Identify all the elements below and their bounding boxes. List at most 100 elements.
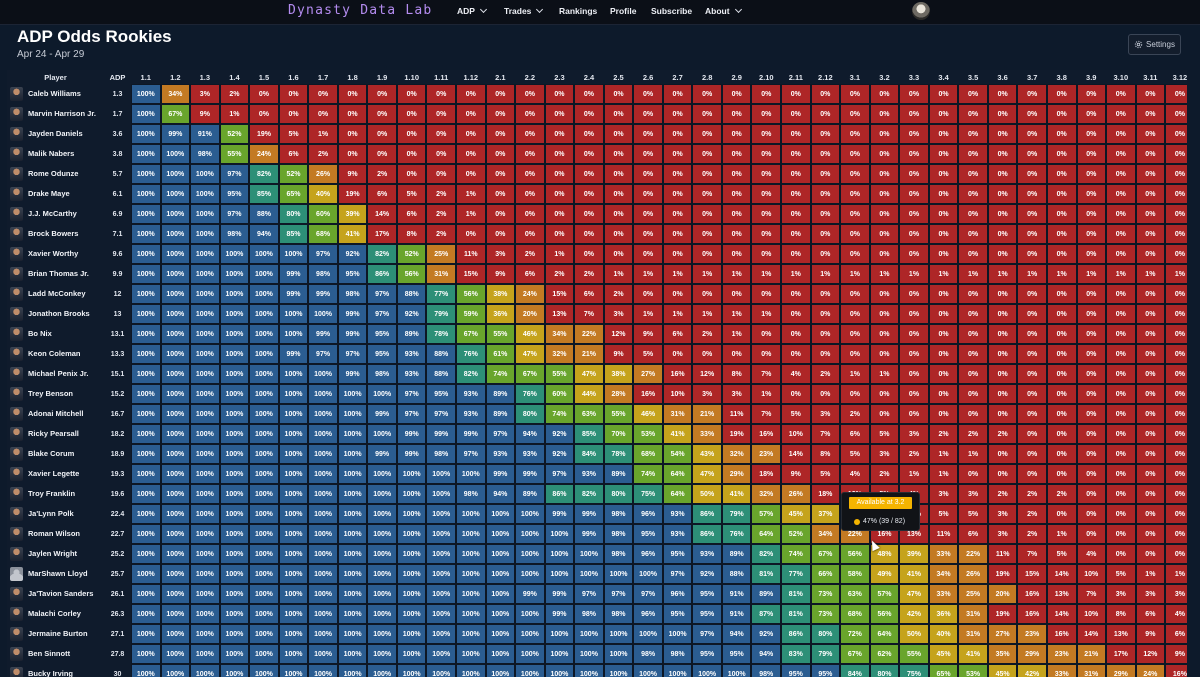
- odds-cell[interactable]: 0%: [987, 404, 1018, 424]
- odds-cell[interactable]: 0%: [603, 144, 634, 164]
- odds-cell[interactable]: 0%: [1165, 464, 1187, 484]
- odds-cell[interactable]: 3%: [603, 304, 634, 324]
- odds-cell[interactable]: 0%: [1135, 484, 1166, 504]
- odds-cell[interactable]: 100%: [249, 424, 279, 444]
- odds-cell[interactable]: 1%: [456, 184, 486, 204]
- odds-cell[interactable]: 0%: [456, 144, 486, 164]
- odds-cell[interactable]: 99%: [396, 424, 427, 444]
- odds-cell[interactable]: 45%: [928, 644, 959, 664]
- odds-cell[interactable]: 0%: [662, 204, 693, 224]
- odds-cell[interactable]: 41%: [721, 484, 752, 504]
- odds-cell[interactable]: 0%: [1017, 464, 1047, 484]
- odds-cell[interactable]: 19%: [337, 184, 368, 204]
- odds-cell[interactable]: 100%: [278, 624, 309, 644]
- odds-cell[interactable]: 100%: [308, 584, 338, 604]
- odds-cell[interactable]: 1%: [1135, 264, 1166, 284]
- odds-cell[interactable]: 100%: [219, 404, 250, 424]
- odds-cell[interactable]: 100%: [396, 504, 427, 524]
- odds-cell[interactable]: 0%: [1017, 324, 1047, 344]
- nav-adp[interactable]: ADP: [457, 5, 487, 16]
- odds-cell[interactable]: 100%: [160, 244, 191, 264]
- odds-cell[interactable]: 74%: [485, 364, 516, 384]
- odds-cell[interactable]: 0%: [1076, 184, 1107, 204]
- odds-cell[interactable]: 4%: [1165, 604, 1187, 624]
- odds-cell[interactable]: 9%: [633, 324, 663, 344]
- odds-cell[interactable]: 50%: [692, 484, 722, 504]
- odds-cell[interactable]: 0%: [1135, 404, 1166, 424]
- odds-cell[interactable]: 100%: [131, 324, 161, 344]
- odds-cell[interactable]: 16%: [633, 384, 663, 404]
- odds-cell[interactable]: 0%: [1165, 144, 1187, 164]
- odds-cell[interactable]: 0%: [308, 84, 338, 104]
- odds-cell[interactable]: 0%: [1106, 124, 1136, 144]
- odds-cell[interactable]: 100%: [219, 324, 250, 344]
- odds-cell[interactable]: 100%: [160, 284, 191, 304]
- odds-cell[interactable]: 0%: [751, 244, 782, 264]
- pick-column-header[interactable]: 2.4: [574, 70, 604, 84]
- odds-cell[interactable]: 100%: [367, 604, 397, 624]
- odds-cell[interactable]: 1%: [928, 264, 959, 284]
- odds-cell[interactable]: 98%: [308, 264, 338, 284]
- odds-cell[interactable]: 0%: [1165, 524, 1187, 544]
- odds-cell[interactable]: 97%: [396, 404, 427, 424]
- odds-cell[interactable]: 100%: [544, 524, 575, 544]
- odds-cell[interactable]: 100%: [456, 664, 486, 677]
- odds-cell[interactable]: 0%: [840, 224, 870, 244]
- odds-cell[interactable]: 15%: [456, 264, 486, 284]
- odds-cell[interactable]: 0%: [692, 164, 722, 184]
- odds-cell[interactable]: 0%: [1106, 184, 1136, 204]
- odds-cell[interactable]: 41%: [337, 224, 368, 244]
- odds-cell[interactable]: 0%: [1046, 344, 1077, 364]
- odds-cell[interactable]: 0%: [633, 104, 663, 124]
- table-row[interactable]: Ja'Lynn Polk 22.4 100% 100% 100% 100% 100% 100%…: [7, 504, 1187, 524]
- odds-cell[interactable]: 1%: [928, 464, 959, 484]
- odds-cell[interactable]: 100%: [396, 644, 427, 664]
- odds-cell[interactable]: 100%: [337, 624, 368, 644]
- player-cell[interactable]: Ben Sinnott: [7, 644, 104, 664]
- odds-cell[interactable]: 100%: [603, 624, 634, 644]
- odds-cell[interactable]: 0%: [1017, 444, 1047, 464]
- odds-cell[interactable]: 70%: [603, 424, 634, 444]
- table-row[interactable]: Troy Franklin 19.6 100% 100% 100% 100% 100% 100…: [7, 484, 1187, 504]
- odds-cell[interactable]: 99%: [278, 344, 309, 364]
- odds-cell[interactable]: 16%: [1017, 604, 1047, 624]
- odds-cell[interactable]: 100%: [278, 604, 309, 624]
- odds-cell[interactable]: 100%: [515, 604, 545, 624]
- odds-cell[interactable]: 100%: [278, 584, 309, 604]
- odds-cell[interactable]: 9%: [781, 464, 811, 484]
- odds-cell[interactable]: 0%: [1106, 144, 1136, 164]
- odds-cell[interactable]: 100%: [160, 224, 191, 244]
- odds-cell[interactable]: 29%: [721, 464, 752, 484]
- odds-cell[interactable]: 0%: [721, 224, 752, 244]
- odds-cell[interactable]: 100%: [219, 544, 250, 564]
- odds-cell[interactable]: 98%: [426, 444, 457, 464]
- odds-cell[interactable]: 100%: [190, 344, 220, 364]
- odds-cell[interactable]: 0%: [869, 344, 900, 364]
- odds-cell[interactable]: 0%: [958, 344, 988, 364]
- odds-cell[interactable]: 9%: [190, 104, 220, 124]
- odds-cell[interactable]: 74%: [544, 404, 575, 424]
- table-row[interactable]: Jonathon Brooks 13 100% 100% 100% 100% 100% 100…: [7, 304, 1187, 324]
- odds-cell[interactable]: 100%: [190, 184, 220, 204]
- odds-cell[interactable]: 0%: [1106, 84, 1136, 104]
- odds-cell[interactable]: 81%: [781, 604, 811, 624]
- odds-cell[interactable]: 100%: [308, 524, 338, 544]
- odds-cell[interactable]: 0%: [1106, 104, 1136, 124]
- odds-cell[interactable]: 40%: [308, 184, 338, 204]
- odds-cell[interactable]: 0%: [928, 364, 959, 384]
- odds-cell[interactable]: 9%: [485, 264, 516, 284]
- odds-cell[interactable]: 19%: [721, 424, 752, 444]
- odds-cell[interactable]: 0%: [1076, 524, 1107, 544]
- odds-cell[interactable]: 9%: [603, 344, 634, 364]
- odds-cell[interactable]: 98%: [603, 504, 634, 524]
- odds-cell[interactable]: 9%: [337, 164, 368, 184]
- table-row[interactable]: Malik Nabers 3.8 100% 100% 98% 55% 24% 6% 2% 0% 0%…: [7, 144, 1187, 164]
- odds-cell[interactable]: 63%: [840, 584, 870, 604]
- odds-cell[interactable]: 0%: [958, 184, 988, 204]
- table-row[interactable]: Ladd McConkey 12 100% 100% 100% 100% 100% 99% 99…: [7, 284, 1187, 304]
- odds-cell[interactable]: 0%: [810, 84, 841, 104]
- odds-cell[interactable]: 81%: [751, 564, 782, 584]
- odds-cell[interactable]: 11%: [456, 244, 486, 264]
- odds-cell[interactable]: 97%: [219, 164, 250, 184]
- odds-cell[interactable]: 5%: [958, 504, 988, 524]
